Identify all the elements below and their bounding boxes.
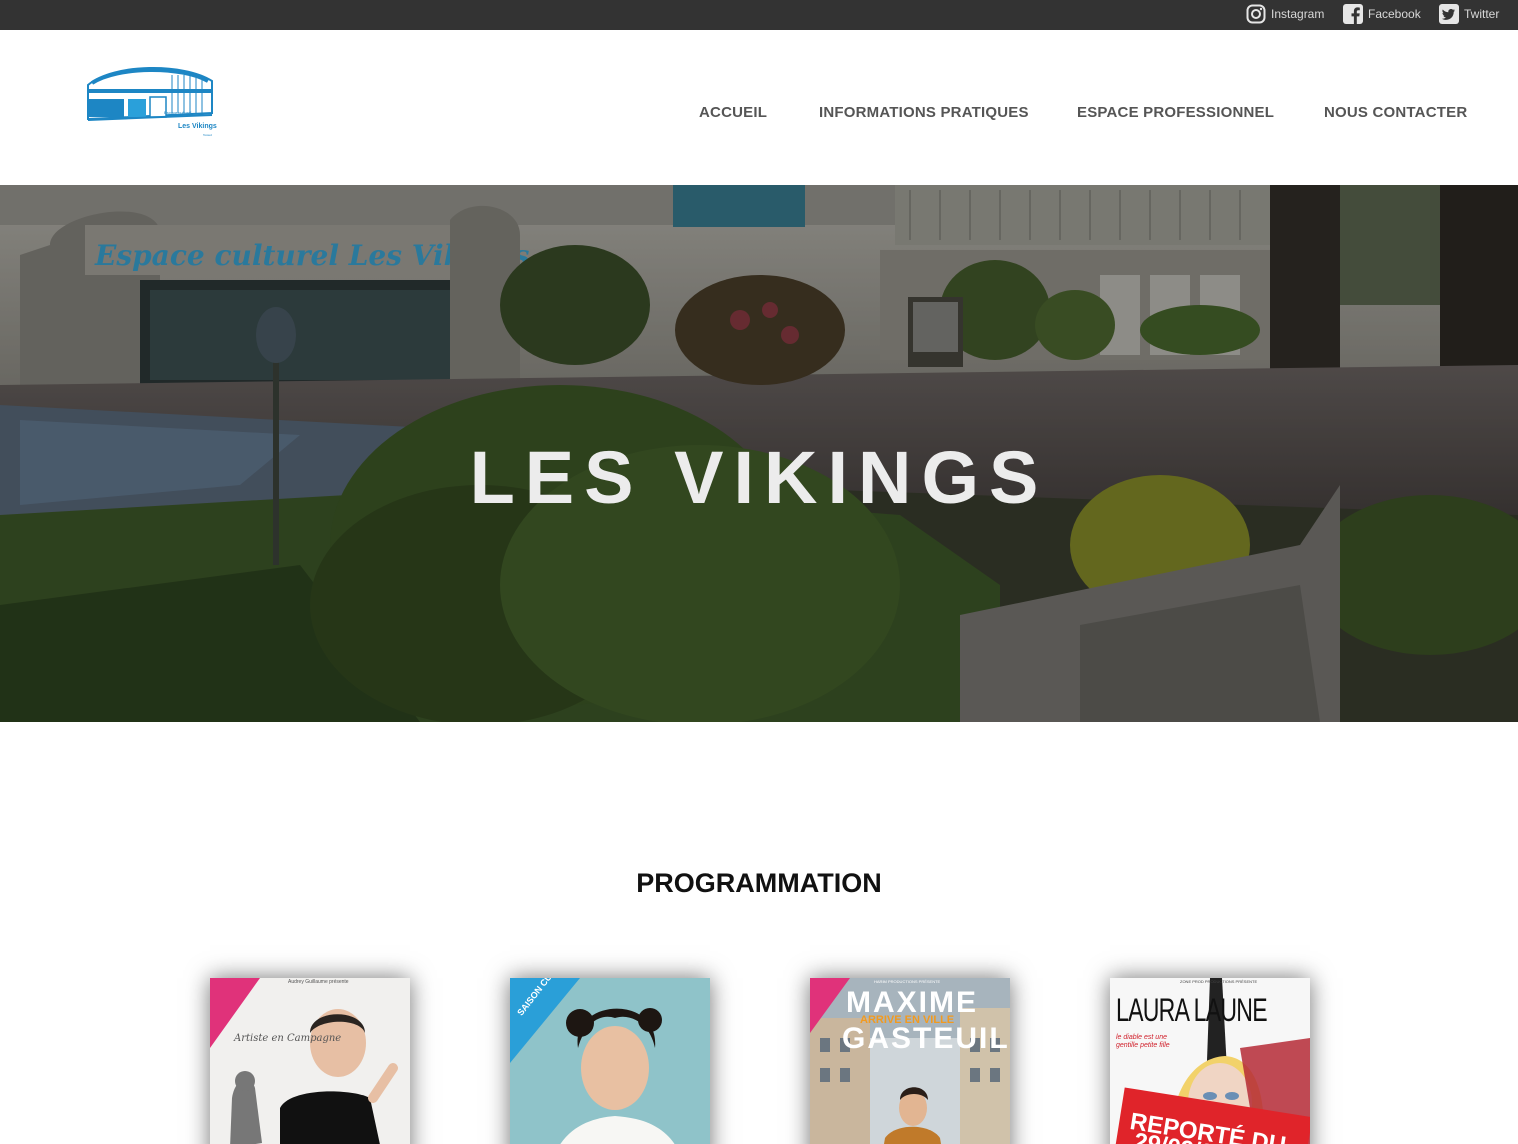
poster-4-name: LAURA LAUNE bbox=[1116, 992, 1268, 1028]
social-bar: Instagram Facebook Twitter bbox=[0, 0, 1518, 30]
poster-4-presenter: ZONE PROD PRODUCTIONS PRÉSENTE bbox=[1180, 979, 1258, 984]
site-logo[interactable]: Espace culturel Les Vikings Tosted bbox=[84, 63, 218, 139]
show-card-2[interactable]: SAISON CULTURELLE bbox=[510, 978, 710, 1144]
hero-title: LES VIKINGS bbox=[469, 436, 1049, 519]
show-card-4[interactable]: ZONE PROD PRODUCTIONS PRÉSENTE LAURA LAU… bbox=[1110, 978, 1310, 1144]
logo-name: Les Vikings bbox=[178, 123, 217, 130]
instagram-icon bbox=[1246, 4, 1266, 24]
programmation-title: PROGRAMMATION bbox=[636, 868, 882, 898]
poster-4-tagline: le diable est une gentille petite fille bbox=[1116, 1034, 1170, 1050]
logo-tagline: Espace culturel bbox=[164, 110, 192, 115]
site-header: Espace culturel Les Vikings Tosted ACCUE… bbox=[0, 30, 1518, 185]
poster-3-name-2: GASTEUIL bbox=[842, 1022, 1010, 1055]
facebook-label: Facebook bbox=[1368, 7, 1421, 21]
facebook-icon bbox=[1343, 4, 1363, 24]
nav-informations-pratiques[interactable]: INFORMATIONS PRATIQUES bbox=[819, 104, 1029, 121]
instagram-link[interactable]: Instagram bbox=[1246, 4, 1324, 24]
twitter-label: Twitter bbox=[1464, 7, 1500, 21]
nav-nous-contacter[interactable]: NOUS CONTACTER bbox=[1324, 104, 1467, 121]
show-card-1[interactable]: Audrey Guillaume présente Artiste en Cam… bbox=[210, 978, 410, 1144]
poster-2-image bbox=[510, 978, 710, 1144]
show-card-3[interactable]: HARIM PRODUCTIONS PRÉSENTE MAXIME ARRIVE… bbox=[810, 978, 1010, 1144]
poster-1-presenter: Audrey Guillaume présente bbox=[288, 979, 349, 985]
twitter-icon bbox=[1439, 4, 1459, 24]
poster-1-script: Artiste en Campagne bbox=[234, 1033, 342, 1044]
instagram-label: Instagram bbox=[1271, 7, 1325, 21]
nav-accueil[interactable]: ACCUEIL bbox=[699, 104, 767, 121]
poster-3-presenter: HARIM PRODUCTIONS PRÉSENTE bbox=[874, 979, 941, 984]
poster-1-image bbox=[210, 978, 410, 1144]
twitter-link[interactable]: Twitter bbox=[1439, 4, 1499, 24]
nav-espace-professionnel[interactable]: ESPACE PROFESSIONNEL bbox=[1077, 104, 1274, 121]
facebook-link[interactable]: Facebook bbox=[1343, 4, 1421, 24]
hero-banner: Espace culturel Les Vikings LES VIKINGS bbox=[0, 185, 1518, 722]
logo-town: Tosted bbox=[203, 133, 212, 137]
